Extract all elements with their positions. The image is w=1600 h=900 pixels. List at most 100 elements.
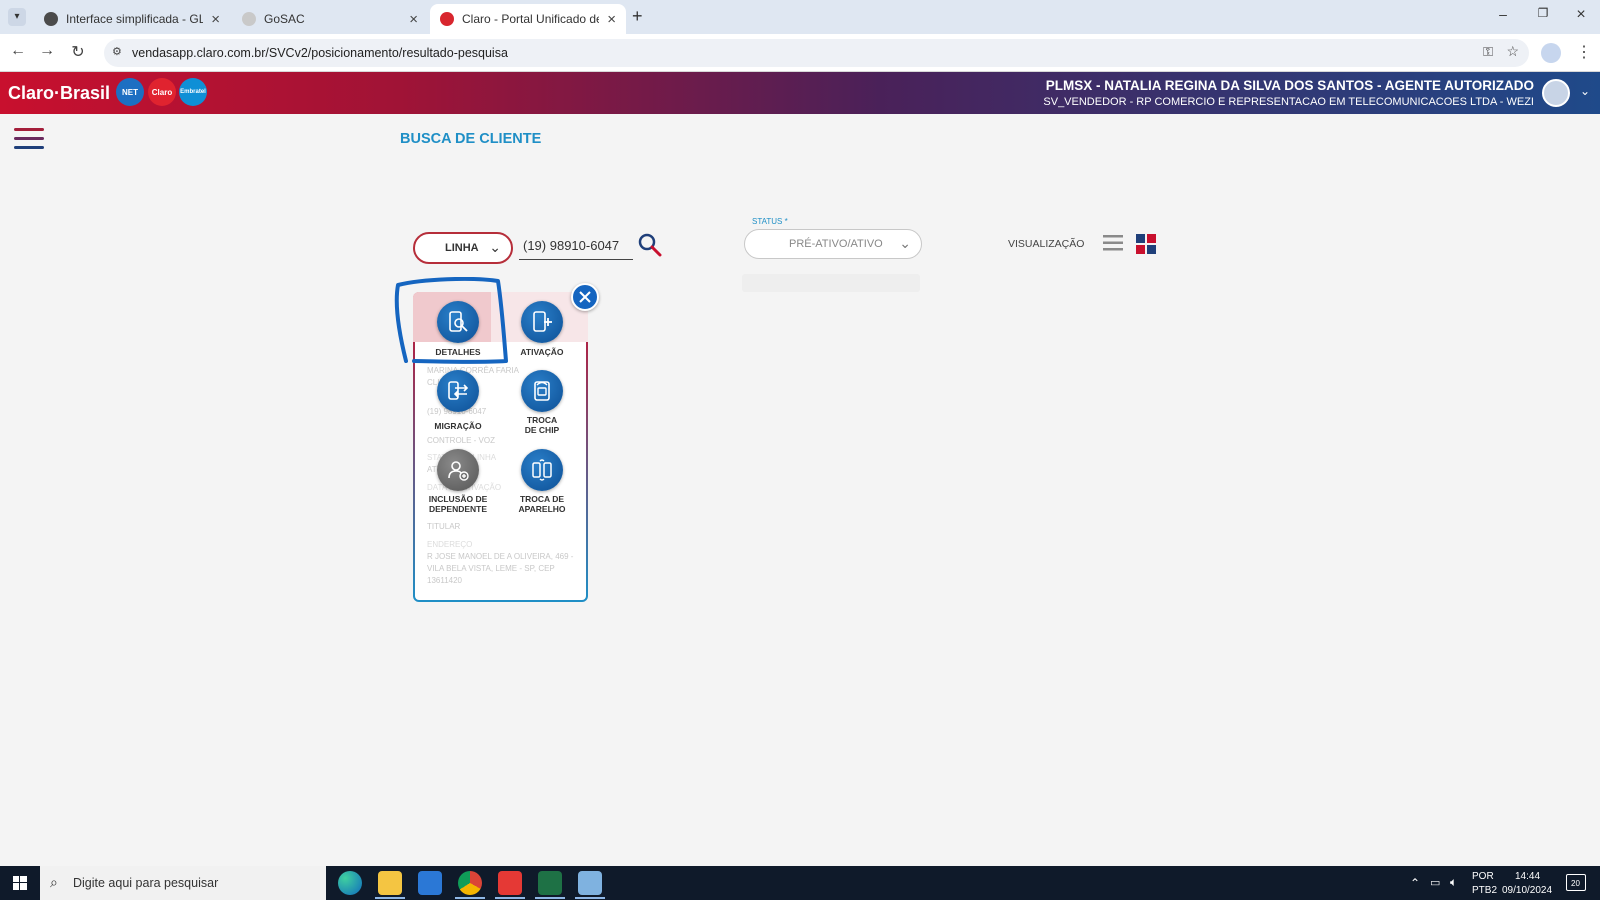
claro-brasil-logo: Claro·Brasil [8,83,111,103]
file-explorer-icon[interactable] [378,871,402,895]
search-icon[interactable] [637,232,663,258]
notepad-icon[interactable] [578,871,602,895]
site-info-icon[interactable]: ⚙ [112,45,122,58]
excel-icon[interactable] [538,871,562,895]
password-key-icon[interactable]: ⚿ [1483,44,1493,60]
visualization-label: VISUALIZAÇÃO [1008,238,1085,250]
card-client-name: MARINA CORRÊA FARIA [427,366,520,375]
keyboard-layout[interactable]: PTB2 [1472,885,1497,896]
network-icon[interactable]: ▭ [1430,876,1440,889]
card-holder: TITULAR [427,522,461,531]
user-name: PLMSX - NATALIA REGINA DA SILVA DOS SANT… [1045,78,1534,93]
reload-button[interactable]: ↻ [66,42,90,62]
language-code[interactable]: POR [1472,871,1494,882]
claro-favicon-icon [440,12,454,26]
browser-menu-icon[interactable]: ⋮ [1576,42,1592,62]
edge-icon[interactable] [338,871,362,895]
os-taskbar: ⌕ Digite aqui para pesquisar ⌃ ▭ 🔈︎ POR … [0,866,1600,900]
add-dependent-label-line1: INCLUSÃO DE [428,494,488,504]
activation-button[interactable] [521,301,563,343]
status-value: PRÉ-ATIVO/ATIVO [789,238,883,250]
close-window-button[interactable]: × [1566,6,1596,24]
phone-search-input[interactable] [519,232,633,260]
hamburger-menu-icon[interactable] [14,128,44,152]
device-swap-icon [532,459,552,481]
chip-swap-label: TROCA DE CHIP [497,415,587,435]
migration-label: MIGRAÇÃO [434,421,482,431]
browser-toolbar: ← → ↻ ⚙ vendasapp.claro.com.br/SVCv2/pos… [0,34,1600,72]
chip-swap-label-line1: TROCA [526,415,558,425]
forward-button[interactable]: → [35,42,59,60]
notification-count: 20 [1571,879,1580,888]
clock-date[interactable]: 09/10/2024 [1502,885,1552,896]
notification-center-icon[interactable]: 20 [1566,874,1586,891]
device-swap-button[interactable] [521,449,563,491]
close-tab-icon[interactable]: × [607,11,616,28]
card-address-line: R JOSE MANOEL DE A OLIVEIRA, 469 - [427,552,574,561]
tab-title: GoSAC [264,12,305,26]
chrome-icon[interactable] [458,871,482,895]
chevron-down-icon[interactable]: ⌄ [1580,84,1590,98]
back-button[interactable]: ← [6,42,30,60]
close-actions-button[interactable] [571,283,599,311]
minimize-button[interactable]: – [1488,6,1518,22]
tab-title: Claro - Portal Unificado de Ven [462,12,599,26]
device-swap-label: TROCA DE APARELHO [497,494,587,514]
app-running-indicator [535,897,565,899]
card-address-line: 13611420 [427,576,462,585]
taskbar-search-box[interactable]: ⌕ Digite aqui para pesquisar [40,866,326,900]
add-dependent-button[interactable] [437,449,479,491]
restore-button[interactable]: ❐ [1528,6,1558,20]
tab-list-dropdown[interactable]: ▾ [8,8,26,26]
tab-glpi[interactable]: Interface simplificada - GLPI × [34,4,230,34]
chip-swap-button[interactable] [521,370,563,412]
new-tab-button[interactable]: + [632,6,643,27]
list-view-icon[interactable] [1103,234,1125,252]
user-role: SV_VENDEDOR - RP COMERCIO E REPRESENTACA… [1043,96,1534,108]
page-title: BUSCA DE CLIENTE [400,131,542,147]
windows-start-icon[interactable] [0,866,40,900]
clock-time[interactable]: 14:44 [1515,871,1540,882]
phone-add-icon [533,311,552,332]
card-address-label: ENDEREÇO [427,540,473,549]
app-running-indicator [575,897,605,899]
taskbar-search-placeholder: Digite aqui para pesquisar [73,876,219,890]
search-icon: ⌕ [50,874,58,890]
search-type-select[interactable]: LINHA ⌄ [413,232,513,264]
claro-logo: Claro [148,78,176,106]
app-running-indicator [455,897,485,899]
sim-chip-icon [534,381,550,401]
app-running-indicator [495,897,525,899]
add-user-icon [448,461,469,481]
tab-gosac[interactable]: GoSAC × [232,4,428,34]
highlight-annotation [394,277,508,364]
close-tab-icon[interactable]: × [211,11,220,28]
migration-arrows-icon [448,381,469,400]
status-filter-placeholder [742,274,920,292]
add-dependent-label: INCLUSÃO DE DEPENDENTE [413,494,503,514]
migration-button[interactable] [437,370,479,412]
status-select[interactable]: PRÉ-ATIVO/ATIVO ⌄ [744,229,922,259]
chip-swap-label-line2: DE CHIP [524,425,560,435]
card-plan: CONTROLE - VOZ [427,436,496,445]
net-logo: NET [116,78,144,106]
url-text: vendasapp.claro.com.br/SVCv2/posicioname… [132,46,508,60]
user-avatar-icon[interactable] [1542,79,1570,107]
anydesk-icon[interactable] [498,871,522,895]
grid-view-icon[interactable] [1136,234,1156,254]
profile-icon[interactable] [1541,43,1561,63]
device-swap-label-line1: TROCA DE [519,494,565,504]
gosac-favicon-icon [242,12,256,26]
close-icon [579,291,591,303]
tray-chevron-up-icon[interactable]: ⌃ [1410,876,1420,890]
tab-claro[interactable]: Claro - Portal Unificado de Ven × [430,4,626,34]
volume-icon[interactable]: 🔈︎ [1450,875,1457,890]
browser-tab-strip: ▾ Interface simplificada - GLPI × GoSAC … [0,0,1600,34]
store-icon[interactable] [418,871,442,895]
bookmark-star-icon[interactable]: ☆ [1506,43,1519,60]
chevron-down-icon: ⌄ [899,235,911,251]
tab-title: Interface simplificada - GLPI [66,12,204,26]
address-bar[interactable]: ⚙ vendasapp.claro.com.br/SVCv2/posiciona… [104,39,1529,67]
close-tab-icon[interactable]: × [409,11,418,28]
search-type-value: LINHA [445,242,479,254]
